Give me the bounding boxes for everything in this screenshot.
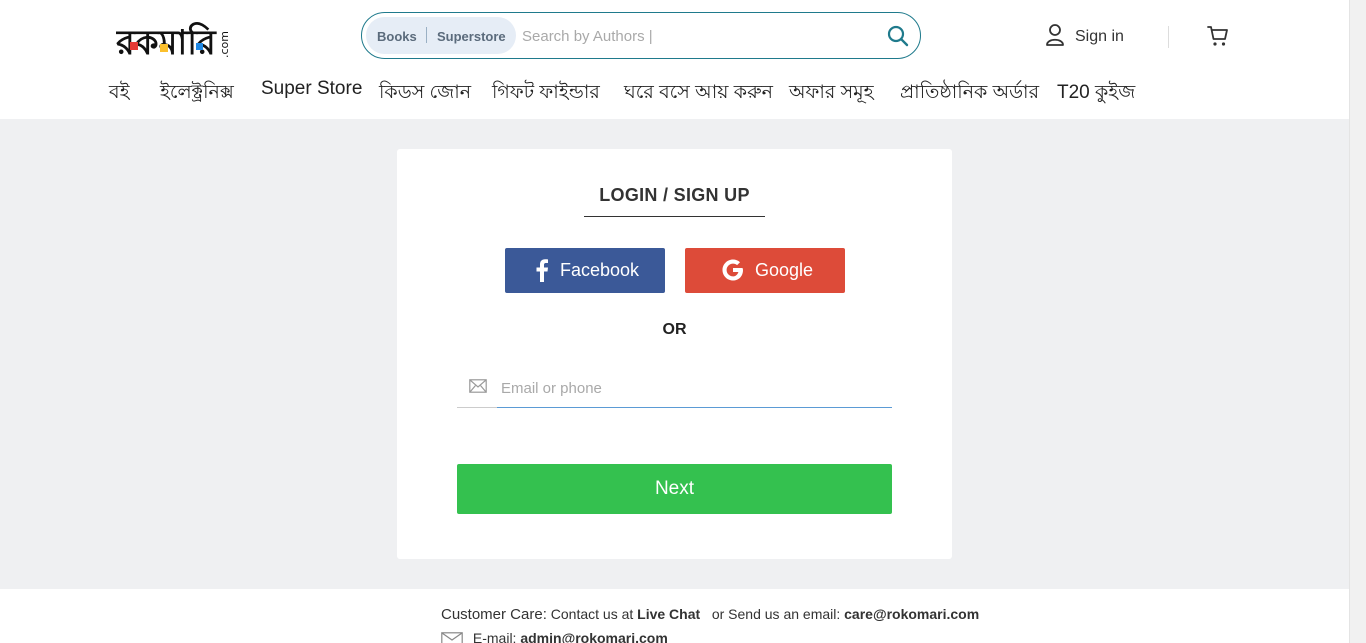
customer-care-row: Customer Care: Contact us at Live Chat o… <box>441 606 979 623</box>
user-icon <box>1045 23 1065 52</box>
admin-email-row: E-mail: admin@rokomari.com <box>441 630 668 643</box>
login-title: LOGIN / SIGN UP <box>599 185 750 205</box>
nav-item-earn-from-home[interactable]: ঘরে বসে আয় করুন <box>624 78 773 110</box>
nav-item-super-store[interactable]: Super Store <box>261 78 362 100</box>
tab-separator <box>426 27 427 43</box>
login-card: LOGIN / SIGN UP Facebook Google OR Next <box>397 149 952 559</box>
tab-superstore[interactable]: Superstore <box>437 29 506 44</box>
cart-icon[interactable] <box>1206 24 1230 48</box>
logo-suffix: .com <box>218 31 231 58</box>
send-email-text: or Send us an email: <box>711 606 841 622</box>
title-underline <box>584 216 765 217</box>
site-logo[interactable]: রকমারি .com <box>115 14 236 63</box>
nav-item-institutional-order[interactable]: প্রাতিষ্ঠানিক অর্ডার <box>900 78 1039 110</box>
signin-button[interactable]: Sign in <box>1045 23 1124 52</box>
mail-icon <box>441 632 463 643</box>
search-bar: Books Superstore <box>361 12 921 59</box>
admin-email-link[interactable]: admin@rokomari.com <box>520 630 667 643</box>
mail-icon <box>469 379 487 393</box>
or-divider-text: OR <box>662 321 687 338</box>
facebook-login-button[interactable]: Facebook <box>505 248 665 293</box>
nav-item-boi[interactable]: বই <box>109 78 129 110</box>
contact-text: Contact us at <box>550 606 634 622</box>
field-icon-underline <box>457 407 497 408</box>
nav-item-offers[interactable]: অফার সমূহ <box>789 78 874 110</box>
header-divider <box>1168 26 1169 48</box>
signin-label: Sign in <box>1075 28 1124 45</box>
customer-care-label: Customer Care: <box>441 606 547 623</box>
email-phone-field <box>457 370 892 408</box>
facebook-label: Facebook <box>560 260 640 280</box>
email-phone-input[interactable] <box>497 370 892 408</box>
google-label: Google <box>755 260 814 280</box>
nav-item-electronics[interactable]: ইলেক্ট্রনিক্স <box>160 78 234 110</box>
nav-item-gift-finder[interactable]: গিফট ফাইন্ডার <box>492 78 600 110</box>
next-button[interactable]: Next <box>457 464 892 514</box>
email-label: E-mail: <box>472 630 517 643</box>
nav-item-t20-quiz[interactable]: T20 কুইজ <box>1057 78 1135 110</box>
search-category-tabs: Books Superstore <box>366 17 516 54</box>
tab-books[interactable]: Books <box>377 29 417 44</box>
google-icon <box>721 258 745 282</box>
search-icon[interactable] <box>886 24 910 48</box>
page-scrollbar[interactable] <box>1349 0 1366 643</box>
search-input[interactable] <box>522 23 872 49</box>
live-chat-link[interactable]: Live Chat <box>637 606 700 622</box>
nav-item-kids-zone[interactable]: কিডস জোন <box>379 78 471 110</box>
care-email-link[interactable]: care@rokomari.com <box>844 606 979 622</box>
site-footer: Customer Care: Contact us at Live Chat o… <box>0 589 1349 643</box>
facebook-icon <box>535 258 549 282</box>
google-login-button[interactable]: Google <box>685 248 845 293</box>
site-header: রকমারি .com Books Superstore Sign in বই … <box>0 0 1349 119</box>
